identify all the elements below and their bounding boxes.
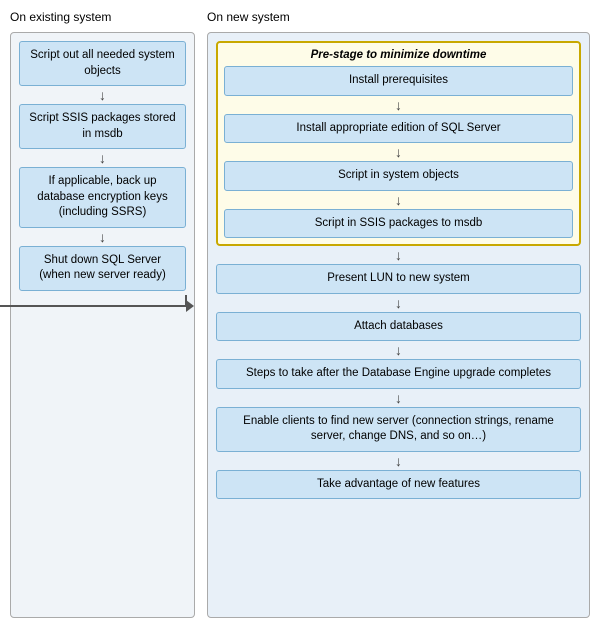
right-prestage-box-1: Install appropriate edition of SQL Serve… — [224, 114, 573, 144]
left-column-label: On existing system — [10, 10, 195, 24]
main-arrow-4: ↓ — [395, 454, 402, 468]
left-box-2: If applicable, back up database encrypti… — [19, 167, 186, 228]
right-panel: Pre-stage to minimize downtime Install p… — [207, 32, 590, 618]
right-column: On new system Pre-stage to minimize down… — [207, 10, 590, 618]
right-prestage-box-0: Install prerequisites — [224, 66, 573, 96]
main-arrow-1: ↓ — [395, 296, 402, 310]
left-box-1: Script SSIS packages stored in msdb — [19, 104, 186, 149]
right-main-box-4: Take advantage of new features — [216, 470, 581, 500]
diagram: On existing system Script out all needed… — [0, 0, 600, 628]
left-panel: Script out all needed system objects ↓ S… — [10, 32, 195, 618]
prestage-label: Pre-stage to minimize downtime — [224, 49, 573, 61]
pre-arrow-1: ↓ — [395, 145, 402, 159]
right-main-box-2: Steps to take after the Database Engine … — [216, 359, 581, 389]
arrow-down-2: ↓ — [99, 151, 106, 165]
right-main-box-1: Attach databases — [216, 312, 581, 342]
left-box-3: Shut down SQL Server (when new server re… — [19, 246, 186, 291]
right-main-box-0: Present LUN to new system — [216, 264, 581, 294]
arrow-down-1: ↓ — [99, 88, 106, 102]
right-prestage-box-2: Script in system objects — [224, 161, 573, 191]
prestage-flow: Install prerequisites ↓ Install appropri… — [224, 66, 573, 238]
right-prestage-box-3: Script in SSIS packages to msdb — [224, 209, 573, 239]
pre-arrow-0: ↓ — [395, 98, 402, 112]
left-box-0: Script out all needed system objects — [19, 41, 186, 86]
main-arrow-3: ↓ — [395, 391, 402, 405]
main-arrow-0: ↓ — [395, 248, 402, 262]
prestage-container: Pre-stage to minimize downtime Install p… — [216, 41, 581, 246]
right-main-box-3: Enable clients to find new server (conne… — [216, 407, 581, 452]
main-arrow-2: ↓ — [395, 343, 402, 357]
left-column: On existing system Script out all needed… — [10, 10, 195, 618]
pre-arrow-2: ↓ — [395, 193, 402, 207]
right-column-label: On new system — [207, 10, 590, 24]
arrow-down-3: ↓ — [99, 230, 106, 244]
